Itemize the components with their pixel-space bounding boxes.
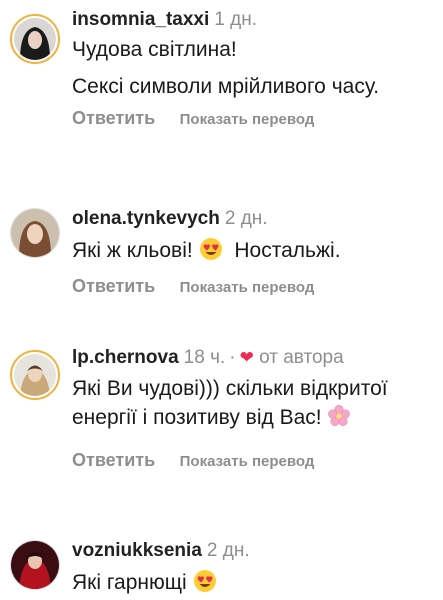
comment-text-part: Які ж кльові! — [72, 239, 193, 262]
show-translation-button[interactable]: Показать перевод — [180, 453, 315, 470]
comment-time: 18 ч. — [183, 347, 226, 368]
avatar[interactable] — [10, 540, 60, 590]
comment-time: 1 дн. — [214, 9, 257, 30]
comment-username[interactable]: lp.chernova — [72, 347, 179, 368]
comment-paragraph: Чудова світлина! — [72, 38, 237, 61]
reply-button[interactable]: Ответить — [72, 450, 155, 470]
show-translation-button[interactable]: Показать перевод — [180, 111, 315, 128]
comment-text: Які Ви чудові))) скільки відкритої енерг… — [72, 374, 435, 432]
comment-text: Які гарнющі — [72, 567, 435, 598]
avatar[interactable] — [10, 208, 60, 258]
comment-paragraph: Сексі символи мрійливого часу. — [72, 75, 380, 98]
comment-text-part: Ностальжі. — [234, 239, 341, 262]
avatar-image — [11, 541, 59, 589]
heart-icon: ❤ — [239, 348, 254, 367]
heart-eyes-emoji-icon — [193, 570, 216, 592]
comment-text: Які ж кльові! Ностальжі. — [72, 235, 435, 266]
avatar-image — [11, 209, 59, 257]
reply-button[interactable]: Ответить — [72, 276, 155, 296]
cherry-blossom-emoji-icon — [328, 405, 351, 426]
comment-username[interactable]: insomnia_taxxi — [72, 9, 209, 30]
show-translation-button[interactable]: Показать перевод — [180, 279, 315, 296]
avatar[interactable] — [10, 350, 60, 400]
separator: · — [229, 347, 236, 368]
comment-time: 2 дн. — [224, 208, 268, 229]
avatar[interactable] — [10, 14, 60, 64]
avatar-image — [14, 18, 56, 60]
comment-time: 2 дн. — [206, 540, 250, 561]
comment-username[interactable]: vozniukksenia — [72, 540, 202, 561]
reply-button[interactable]: Ответить — [72, 108, 155, 128]
comment-text: Чудова світлина! Сексі символи мрійливог… — [72, 34, 435, 102]
author-liked-badge: от автора — [259, 347, 344, 368]
comment-text-part: Які гарнющі — [72, 571, 187, 594]
heart-eyes-emoji-icon — [199, 238, 222, 260]
avatar-image — [14, 354, 56, 396]
comment-username[interactable]: olena.tynkevych — [72, 208, 220, 229]
